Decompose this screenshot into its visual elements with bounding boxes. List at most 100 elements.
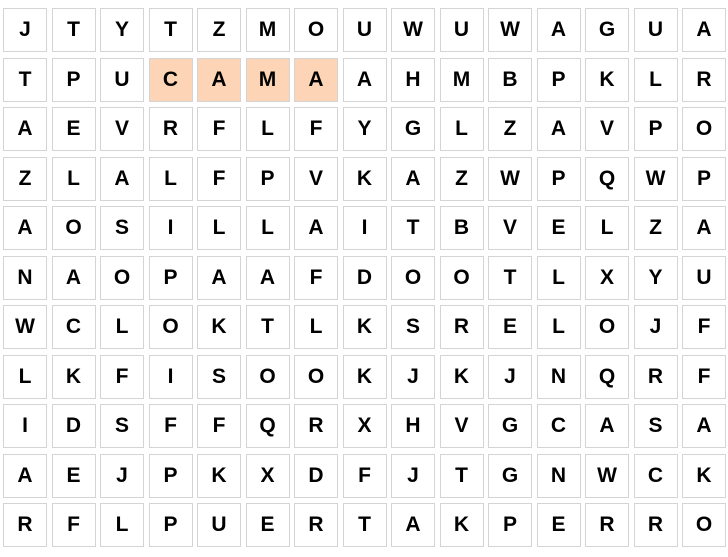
letter-cell[interactable]: V — [100, 107, 144, 151]
letter-cell[interactable]: C — [633, 453, 678, 498]
letter-cell[interactable]: H — [391, 57, 435, 102]
letter-cell[interactable]: J — [391, 453, 435, 498]
letter-cell[interactable]: L — [439, 107, 484, 151]
letter-cell[interactable]: Z — [3, 156, 47, 201]
letter-cell[interactable]: X — [245, 453, 290, 498]
letter-cell[interactable]: J — [488, 354, 532, 399]
letter-cell[interactable]: U — [682, 255, 726, 300]
letter-cell[interactable]: J — [633, 305, 678, 349]
letter-cell[interactable]: S — [100, 206, 144, 250]
letter-cell[interactable]: C — [51, 305, 96, 349]
letter-cell[interactable]: Y — [100, 8, 144, 52]
letter-cell[interactable]: O — [682, 107, 726, 151]
letter-cell[interactable]: V — [439, 404, 484, 448]
letter-cell[interactable]: A — [682, 206, 726, 250]
letter-cell[interactable]: K — [51, 354, 96, 399]
letter-cell[interactable]: R — [294, 503, 338, 547]
letter-cell[interactable]: O — [294, 8, 338, 52]
letter-cell[interactable]: L — [197, 206, 241, 250]
letter-cell[interactable]: V — [294, 156, 338, 201]
letter-cell[interactable]: P — [488, 503, 532, 547]
letter-cell[interactable]: F — [682, 354, 726, 399]
letter-cell[interactable]: A — [3, 107, 47, 151]
letter-cell[interactable]: O — [439, 255, 484, 300]
letter-cell[interactable]: E — [245, 503, 290, 547]
letter-cell[interactable]: O — [682, 503, 726, 547]
letter-cell[interactable]: E — [51, 107, 96, 151]
letter-cell[interactable]: K — [342, 156, 387, 201]
letter-cell[interactable]: Q — [585, 156, 629, 201]
letter-cell[interactable]: W — [585, 453, 629, 498]
letter-cell[interactable]: U — [342, 8, 387, 52]
letter-cell[interactable]: K — [342, 354, 387, 399]
letter-cell[interactable]: O — [585, 305, 629, 349]
letter-cell[interactable]: T — [488, 255, 532, 300]
letter-cell[interactable]: L — [100, 503, 144, 547]
letter-cell[interactable]: N — [536, 453, 581, 498]
letter-cell[interactable]: F — [148, 404, 193, 448]
letter-cell[interactable]: T — [439, 453, 484, 498]
letter-cell[interactable]: L — [3, 354, 47, 399]
highlighted-letter-cell[interactable]: M — [245, 57, 290, 102]
letter-cell[interactable]: J — [100, 453, 144, 498]
letter-cell[interactable]: A — [294, 206, 338, 250]
letter-cell[interactable]: O — [294, 354, 338, 399]
letter-cell[interactable]: E — [536, 206, 581, 250]
letter-cell[interactable]: Z — [197, 8, 241, 52]
letter-cell[interactable]: K — [585, 57, 629, 102]
letter-cell[interactable]: L — [51, 156, 96, 201]
letter-cell[interactable]: Q — [585, 354, 629, 399]
letter-cell[interactable]: R — [585, 503, 629, 547]
letter-cell[interactable]: Y — [633, 255, 678, 300]
letter-cell[interactable]: R — [148, 107, 193, 151]
letter-cell[interactable]: O — [391, 255, 435, 300]
letter-cell[interactable]: B — [488, 57, 532, 102]
letter-cell[interactable]: R — [294, 404, 338, 448]
letter-cell[interactable]: P — [148, 453, 193, 498]
letter-cell[interactable]: U — [439, 8, 484, 52]
letter-cell[interactable]: L — [536, 255, 581, 300]
letter-cell[interactable]: W — [488, 156, 532, 201]
letter-cell[interactable]: P — [682, 156, 726, 201]
letter-cell[interactable]: L — [245, 107, 290, 151]
letter-cell[interactable]: I — [148, 354, 193, 399]
letter-cell[interactable]: A — [391, 156, 435, 201]
letter-cell[interactable]: A — [536, 107, 581, 151]
letter-cell[interactable]: L — [536, 305, 581, 349]
letter-cell[interactable]: W — [3, 305, 47, 349]
letter-cell[interactable]: A — [197, 255, 241, 300]
letter-cell[interactable]: F — [294, 107, 338, 151]
letter-cell[interactable]: W — [488, 8, 532, 52]
letter-cell[interactable]: R — [633, 354, 678, 399]
letter-cell[interactable]: K — [197, 453, 241, 498]
letter-cell[interactable]: F — [197, 404, 241, 448]
letter-cell[interactable]: L — [585, 206, 629, 250]
letter-cell[interactable]: A — [585, 404, 629, 448]
letter-cell[interactable]: S — [100, 404, 144, 448]
letter-cell[interactable]: A — [342, 57, 387, 102]
letter-cell[interactable]: S — [633, 404, 678, 448]
letter-cell[interactable]: F — [342, 453, 387, 498]
letter-cell[interactable]: J — [391, 354, 435, 399]
letter-cell[interactable]: T — [3, 57, 47, 102]
letter-cell[interactable]: B — [439, 206, 484, 250]
letter-cell[interactable]: P — [148, 503, 193, 547]
letter-cell[interactable]: M — [439, 57, 484, 102]
highlighted-letter-cell[interactable]: A — [294, 57, 338, 102]
letter-cell[interactable]: T — [391, 206, 435, 250]
letter-cell[interactable]: A — [245, 255, 290, 300]
letter-cell[interactable]: R — [682, 57, 726, 102]
letter-cell[interactable]: V — [585, 107, 629, 151]
letter-cell[interactable]: R — [633, 503, 678, 547]
letter-cell[interactable]: Z — [439, 156, 484, 201]
letter-cell[interactable]: N — [536, 354, 581, 399]
letter-cell[interactable]: U — [100, 57, 144, 102]
letter-cell[interactable]: P — [536, 57, 581, 102]
letter-cell[interactable]: Z — [633, 206, 678, 250]
letter-cell[interactable]: C — [536, 404, 581, 448]
letter-cell[interactable]: I — [342, 206, 387, 250]
letter-cell[interactable]: G — [488, 404, 532, 448]
letter-cell[interactable]: P — [536, 156, 581, 201]
letter-cell[interactable]: T — [245, 305, 290, 349]
letter-cell[interactable]: E — [51, 453, 96, 498]
